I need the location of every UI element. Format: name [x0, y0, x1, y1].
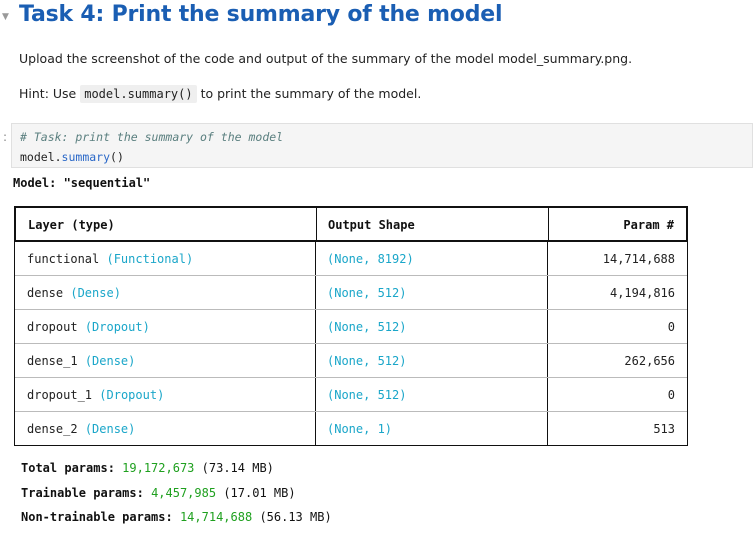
trainable-params-value: 4,457,985: [151, 486, 217, 500]
trainable-params-size: (17.01 MB): [223, 486, 296, 500]
total-params-value: 19,172,673: [122, 461, 195, 475]
shape-none: (None,: [327, 354, 371, 368]
layer-cell: functional (Functional): [27, 252, 193, 266]
total-params-size: (73.14 MB): [201, 461, 274, 475]
model-summary-table: Layer (type) Output Shape Param # functi…: [14, 206, 688, 446]
hint-prefix: Hint: Use: [19, 86, 77, 101]
layer-cell: dropout (Dropout): [27, 320, 150, 334]
model-name-line: Model: "sequential": [13, 176, 151, 190]
shape-none: (None,: [327, 388, 371, 402]
code-object: model.: [20, 150, 62, 164]
param-count: 14,714,688: [602, 252, 675, 266]
table-row: functional (Functional) (None, 8192) 14,…: [15, 242, 687, 276]
trainable-params-line: Trainable params: 4,457,985 (17.01 MB): [21, 486, 296, 500]
code-cell[interactable]: # Task: print the summary of the model m…: [11, 123, 753, 168]
instruction-text: Upload the screenshot of the code and ou…: [19, 51, 632, 66]
non-trainable-params-size: (56.13 MB): [259, 510, 332, 524]
header-output-shape: Output Shape: [328, 218, 415, 232]
layer-name: dropout_1: [27, 388, 93, 402]
header-param-count: Param #: [623, 218, 674, 232]
table-body: functional (Functional) (None, 8192) 14,…: [14, 242, 688, 446]
column-divider: [316, 208, 317, 240]
layer-cell: dense (Dense): [27, 286, 121, 300]
code-function: summary: [61, 150, 111, 164]
shape-dim: 8192): [370, 252, 414, 266]
param-count: 4,194,816: [609, 286, 675, 300]
non-trainable-params-label: Non-trainable params:: [21, 510, 173, 524]
output-shape-cell: (None, 512): [327, 286, 406, 300]
layer-type: (Dense): [70, 286, 121, 300]
output-shape-cell: (None, 512): [327, 320, 406, 334]
shape-dim: 512): [370, 320, 407, 334]
code-args: (): [110, 150, 124, 164]
shape-none: (None,: [327, 422, 371, 436]
non-trainable-params-value: 14,714,688: [179, 510, 253, 524]
shape-none: (None,: [327, 252, 371, 266]
layer-name: dense: [27, 286, 64, 300]
total-params-label: Total params:: [21, 461, 115, 475]
layer-name: dropout: [27, 320, 78, 334]
hint-suffix: to print the summary of the model.: [200, 86, 422, 101]
output-shape-cell: (None, 512): [327, 388, 406, 402]
upload-instruction: Upload the screenshot of the code and ou…: [19, 51, 633, 66]
output-shape-cell: (None, 8192): [327, 252, 414, 266]
layer-type: (Dense): [84, 354, 136, 368]
layer-type: (Dropout): [84, 320, 150, 334]
table-header: Layer (type) Output Shape Param #: [14, 206, 688, 242]
table-row: dropout_1 (Dropout) (None, 512) 0: [15, 378, 687, 412]
hint-code: model.summary(): [80, 85, 197, 103]
cell-prompt: :: [3, 130, 8, 144]
shape-none: (None,: [327, 286, 371, 300]
param-count: 0: [667, 388, 675, 402]
trainable-params-label: Trainable params:: [21, 486, 144, 500]
shape-dim: 512): [370, 286, 407, 300]
layer-type: (Dropout): [99, 388, 165, 402]
column-divider: [548, 208, 549, 240]
layer-cell: dense_1 (Dense): [27, 354, 135, 368]
table-row: dense_1 (Dense) (None, 512) 262,656: [15, 344, 687, 378]
code-line: model.summary(): [20, 150, 124, 164]
non-trainable-params-line: Non-trainable params: 14,714,688 (56.13 …: [21, 510, 332, 524]
layer-name: dense_2: [27, 422, 78, 436]
code-comment: # Task: print the summary of the model: [20, 130, 284, 144]
param-count: 0: [667, 320, 675, 334]
param-count: 513: [653, 422, 675, 436]
output-shape-cell: (None, 512): [327, 354, 406, 368]
shape-none: (None,: [327, 320, 371, 334]
shape-dim: 512): [370, 354, 407, 368]
output-shape-cell: (None, 1): [327, 422, 392, 436]
total-params-line: Total params: 19,172,673 (73.14 MB): [21, 461, 274, 475]
layer-cell: dropout_1 (Dropout): [27, 388, 164, 402]
layer-type: (Dense): [84, 422, 136, 436]
header-layer: Layer (type): [28, 218, 115, 232]
layer-name: dense_1: [27, 354, 78, 368]
table-row: dense_2 (Dense) (None, 1) 513: [15, 412, 687, 446]
shape-dim: 512): [370, 388, 407, 402]
layer-cell: dense_2 (Dense): [27, 422, 135, 436]
table-row: dropout (Dropout) (None, 512) 0: [15, 310, 687, 344]
layer-name: functional: [27, 252, 100, 266]
collapse-caret-icon[interactable]: ▼: [2, 12, 9, 22]
page-title: Task 4: Print the summary of the model: [19, 2, 503, 27]
param-count: 262,656: [624, 354, 675, 368]
layer-type: (Functional): [106, 252, 194, 266]
table-row: dense (Dense) (None, 512) 4,194,816: [15, 276, 687, 310]
hint-text: Hint: Use model.summary() to print the s…: [19, 85, 422, 103]
shape-dim: 1): [370, 422, 393, 436]
